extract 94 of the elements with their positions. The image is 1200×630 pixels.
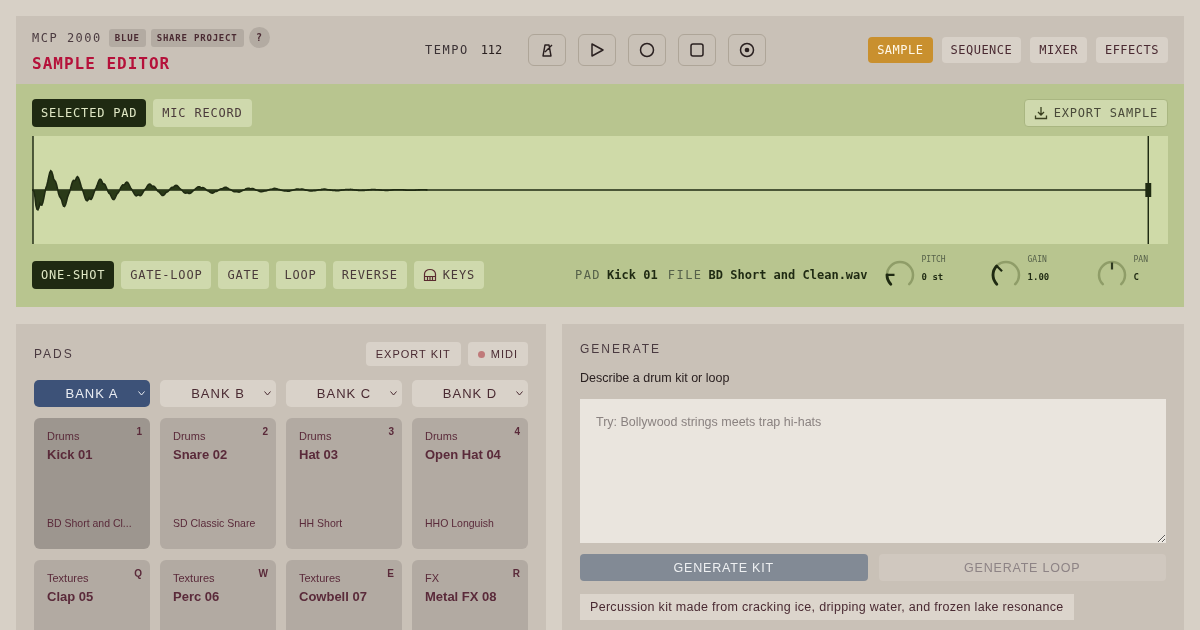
record-button[interactable] xyxy=(628,34,667,66)
drum-pad[interactable]: Textures W Perc 06 xyxy=(160,560,276,630)
piano-icon xyxy=(422,268,437,282)
pad-name: Kick 01 xyxy=(47,447,93,462)
app-name: MCP 2000 xyxy=(32,30,102,45)
play-icon xyxy=(589,42,606,58)
pad-sample: HHO Longuish xyxy=(425,517,494,529)
pad-name: Kick 01 xyxy=(607,268,658,282)
pad-name: Clap 05 xyxy=(47,589,94,604)
drum-pad[interactable]: Drums 1 Kick 01 BD Short and Cl... xyxy=(34,418,150,549)
knob-label: GAIN xyxy=(1027,255,1048,264)
chevron-icon xyxy=(390,391,397,396)
pad-key: 4 xyxy=(514,426,520,437)
chevron-icon xyxy=(516,391,523,396)
end-marker[interactable] xyxy=(1145,135,1152,245)
stop-icon xyxy=(689,42,706,58)
loop-record-button[interactable] xyxy=(728,34,767,66)
pad-category: Textures xyxy=(173,572,215,584)
pad-category: FX xyxy=(425,572,440,584)
knob-value: C xyxy=(1133,272,1140,282)
playback-mode-tab[interactable]: ONE-SHOT xyxy=(32,261,115,289)
prompt-field[interactable]: Try: Bollywood strings meets trap hi-hats xyxy=(580,399,1166,543)
midi-button[interactable]: MIDI xyxy=(467,342,528,366)
metronome-button[interactable] xyxy=(528,34,567,66)
panel-title: GENERATE xyxy=(580,342,663,356)
file-name: BD Short and Clean.wav xyxy=(708,268,868,282)
playback-mode-tab[interactable]: LOOP xyxy=(275,261,326,289)
bank-dropdown[interactable]: BANK D xyxy=(412,380,528,407)
knob-label: PAN xyxy=(1133,255,1148,264)
playback-mode-tab[interactable]: GATE-LOOP xyxy=(121,261,212,289)
bank-dropdown[interactable]: BANK B xyxy=(160,380,276,407)
bank-dropdown[interactable]: BANK A xyxy=(34,380,150,407)
pad-key: Q xyxy=(134,568,142,579)
drum-pad[interactable]: Textures E Cowbell 07 xyxy=(286,560,402,630)
pad-category: Textures xyxy=(47,572,89,584)
pad-category: Drums xyxy=(173,430,206,442)
stop-button[interactable] xyxy=(678,34,717,66)
source-tab[interactable]: SELECTED PAD xyxy=(32,99,147,127)
help-button[interactable]: ? xyxy=(248,27,270,48)
pad-key: 1 xyxy=(136,426,142,437)
nav-tab[interactable]: EFFECTS xyxy=(1095,37,1168,63)
pad-key: 2 xyxy=(262,426,268,437)
field-label: Describe a drum kit or loop xyxy=(580,371,731,385)
theme-badge[interactable]: BLUE xyxy=(108,28,146,47)
pad-label: PAD xyxy=(574,268,602,282)
pad-name: Cowbell 07 xyxy=(299,589,367,604)
target-icon xyxy=(739,42,756,58)
knob-value: 1.00 xyxy=(1027,272,1050,282)
tempo-value[interactable]: 112 xyxy=(480,43,503,57)
export-sample-button[interactable]: EXPORT SAMPLE xyxy=(1023,99,1168,127)
pad-name: Hat 03 xyxy=(299,447,339,462)
pad-category: Drums xyxy=(47,430,80,442)
pad-category: Textures xyxy=(299,572,341,584)
knob-label: PITCH xyxy=(921,255,946,264)
suggestion-chip[interactable]: Percussion kit made from cracking ice, dripping water, and frozen lake resonance xyxy=(580,594,1074,620)
drum-pad[interactable]: Drums 2 Snare 02 SD Classic Snare xyxy=(160,418,276,549)
pad-sample: BD Short and Cl... xyxy=(47,517,132,529)
pad-key: R xyxy=(512,568,520,579)
pad-name: Open Hat 04 xyxy=(425,447,501,462)
download-icon xyxy=(1033,106,1048,120)
keys-button[interactable]: KEYS xyxy=(413,261,484,289)
pad-key: 3 xyxy=(388,426,394,437)
playback-mode-tab[interactable]: REVERSE xyxy=(332,261,407,289)
bank-dropdown[interactable]: BANK C xyxy=(286,380,402,407)
pad-sample: HH Short xyxy=(299,517,343,529)
playback-mode-tab[interactable]: GATE xyxy=(218,261,269,289)
waveform-display[interactable] xyxy=(32,136,1168,244)
pad-category: Drums xyxy=(299,430,332,442)
file-label: FILE xyxy=(667,268,703,282)
pad-key: W xyxy=(258,568,268,579)
pad-key: E xyxy=(387,568,394,579)
drum-pad[interactable]: FX R Metal FX 08 xyxy=(412,560,528,630)
knob-value: 0 st xyxy=(921,272,945,282)
tempo-label: TEMPO xyxy=(425,43,469,57)
panel-title: PADS xyxy=(34,347,74,361)
drum-pad[interactable]: Drums 3 Hat 03 HH Short xyxy=(286,418,402,549)
pad-name: Perc 06 xyxy=(173,589,220,604)
start-marker[interactable] xyxy=(32,135,34,245)
pad-name: Snare 02 xyxy=(173,447,228,462)
pad-name: Metal FX 08 xyxy=(425,589,497,604)
nav-tab[interactable]: SEQUENCE xyxy=(941,37,1022,63)
pad-sample: SD Classic Snare xyxy=(173,517,256,529)
chevron-icon xyxy=(138,391,145,396)
chevron-icon xyxy=(264,391,271,396)
page-title: SAMPLE EDITOR xyxy=(32,54,172,73)
share-button[interactable]: SHARE PROJECT xyxy=(150,28,244,47)
play-button[interactable] xyxy=(578,34,617,66)
nav-tab[interactable]: MIXER xyxy=(1030,37,1087,63)
drum-pad[interactable]: Textures Q Clap 05 xyxy=(34,560,150,630)
drum-pad[interactable]: Drums 4 Open Hat 04 HHO Longuish xyxy=(412,418,528,549)
source-tab[interactable]: MIC RECORD xyxy=(153,99,252,127)
circle-icon xyxy=(639,42,656,58)
export-kit-button[interactable]: EXPORT KIT xyxy=(365,342,461,366)
pad-category: Drums xyxy=(425,430,458,442)
